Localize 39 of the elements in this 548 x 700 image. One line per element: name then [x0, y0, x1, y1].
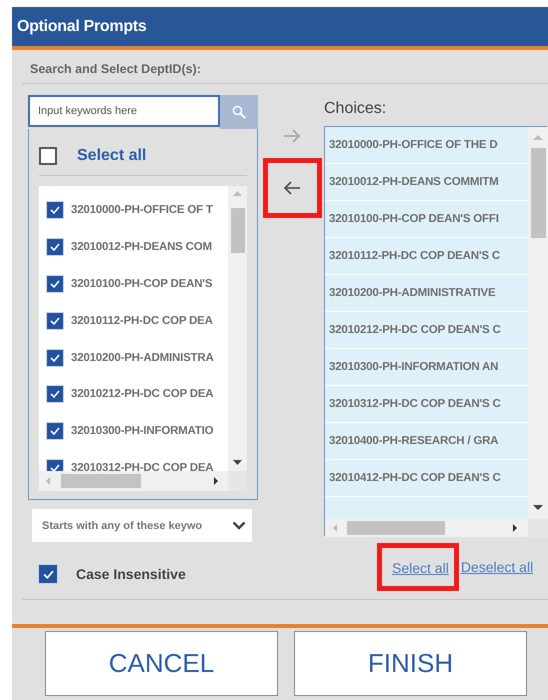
option-label[interactable]: 32010012-PH-DEANS COM [71, 241, 212, 254]
select-all-label[interactable]: Select all [77, 147, 146, 165]
horizontal-scrollbar[interactable] [39, 471, 228, 491]
check-icon [42, 570, 54, 578]
scrollbar-corner [228, 471, 247, 491]
match-mode-dropdown[interactable]: Starts with any of these keywo [32, 509, 252, 542]
check-icon [50, 206, 60, 214]
option-label[interactable]: 32010300-PH-INFORMATIO [71, 425, 214, 438]
option-label[interactable]: 32010312-PH-DC COP DEA [71, 462, 214, 471]
arrow-button[interactable] [262, 158, 322, 218]
check-icon [50, 316, 60, 325]
option-label[interactable]: 32010100-PH-COP DEAN'S [71, 278, 212, 290]
option-label[interactable]: 32010000-PH-OFFICE OF T [71, 204, 213, 216]
select-all-link[interactable]: Select all [377, 543, 459, 591]
check-icon [50, 464, 60, 471]
check-icon [50, 280, 60, 288]
cancel-button[interactable]: CANCEL [45, 631, 278, 696]
arrow-left-icon [283, 181, 301, 195]
check-icon [50, 243, 60, 252]
search-icon [232, 105, 246, 119]
check-icon [50, 354, 60, 362]
vertical-scrollbar[interactable] [228, 186, 247, 471]
deselect-all-link[interactable]: Deselect all [458, 559, 534, 575]
option-label[interactable]: 32010200-PH-ADMINISTRA [71, 352, 214, 364]
option-label[interactable]: 32010212-PH-DC COP DEA [71, 388, 214, 400]
horizontal-scrollbar[interactable] [325, 519, 528, 537]
dialog-title: Optional Prompts [17, 18, 146, 36]
option-label[interactable]: 32010112-PH-DC COP DEA [71, 314, 213, 327]
case-insensitive-label[interactable]: Case Insensitive [76, 566, 186, 582]
choices-label: Choices: [324, 99, 388, 119]
search-field[interactable]: Input keywords here [28, 95, 220, 127]
checkbox[interactable] [39, 147, 57, 165]
chevron-down-icon [232, 521, 246, 530]
arrow-right-icon [283, 129, 301, 143]
check-icon [50, 427, 60, 436]
section-label: Search and Select DeptID(s): [22, 50, 548, 84]
vertical-scrollbar[interactable] [528, 127, 548, 519]
finish-button[interactable]: FINISH [294, 631, 527, 696]
check-icon [50, 390, 60, 398]
